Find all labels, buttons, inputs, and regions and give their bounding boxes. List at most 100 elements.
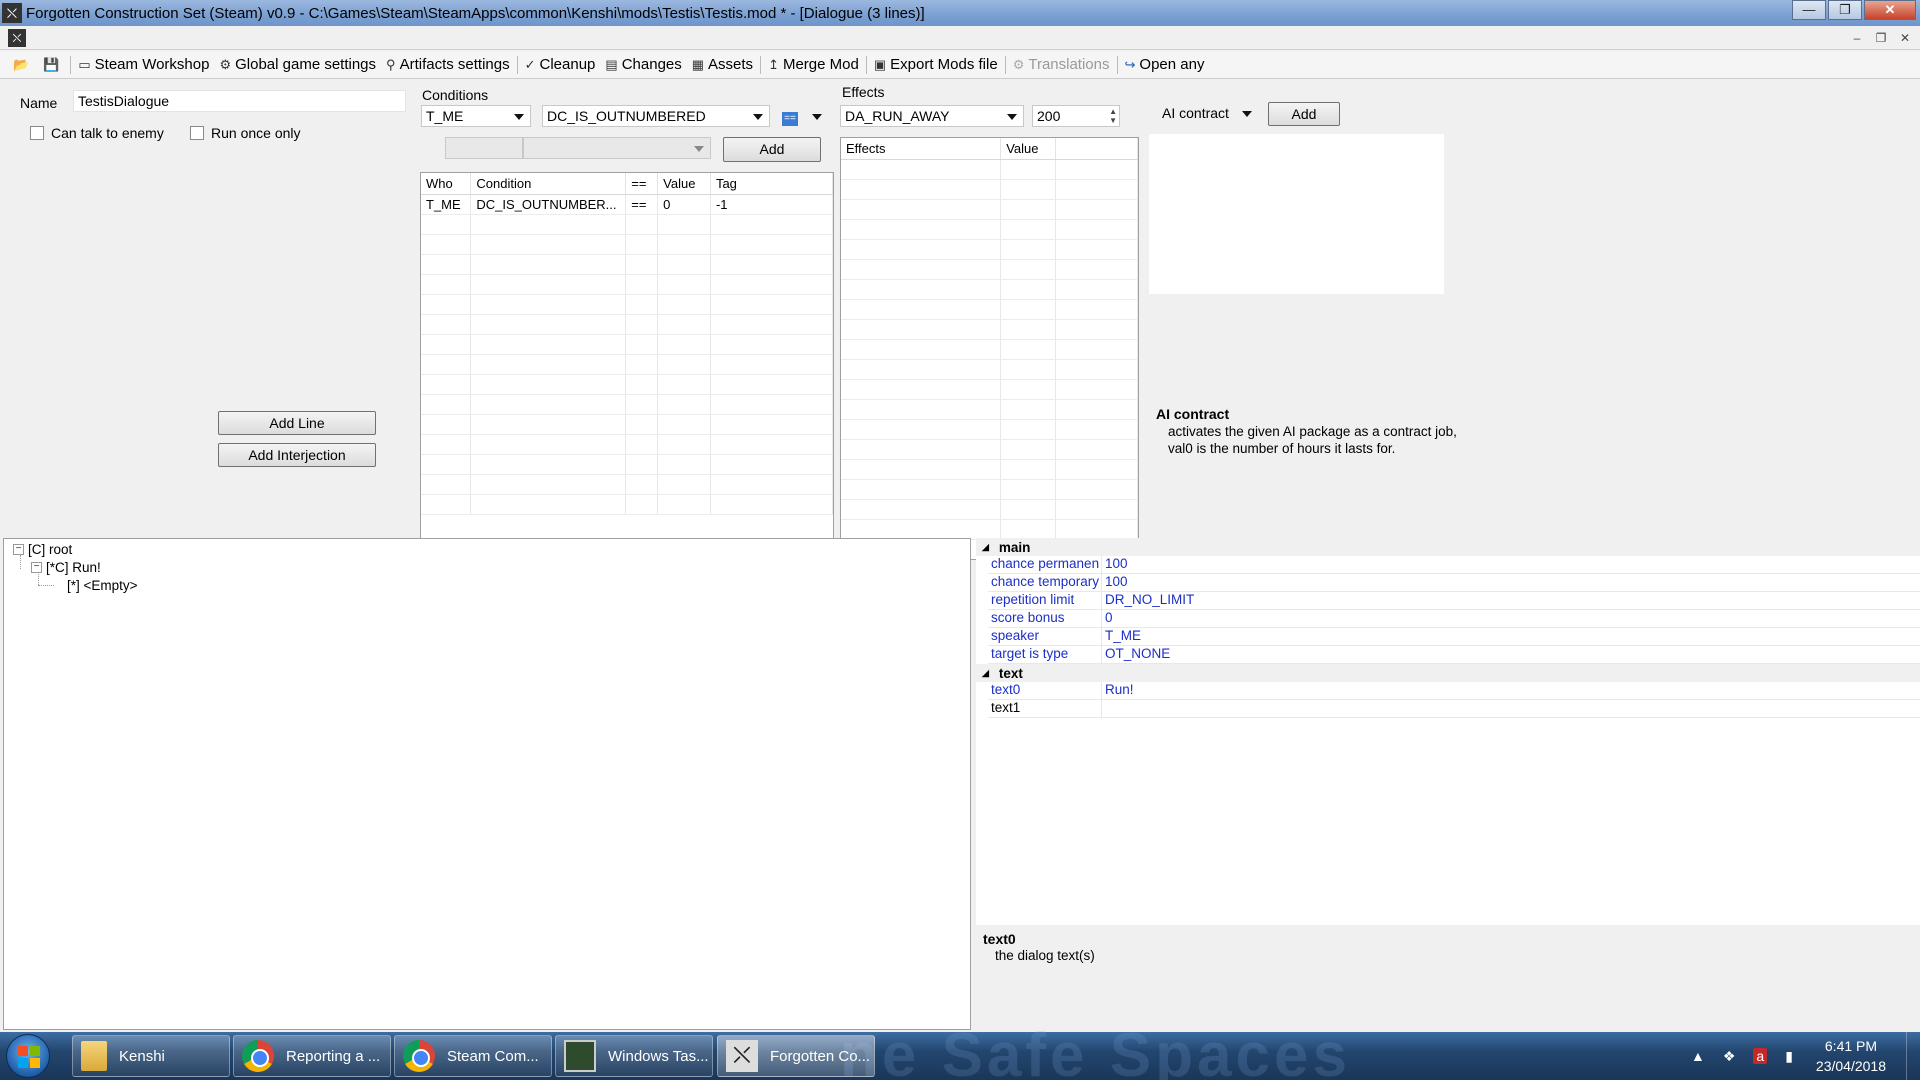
add-line-button[interactable]: Add Line — [218, 411, 376, 435]
tree-node-empty[interactable]: [*] <Empty> — [67, 578, 138, 593]
dropbox-icon[interactable]: ❖ — [1723, 1048, 1736, 1065]
effects-table[interactable]: Effects Value — [840, 137, 1139, 560]
property-value[interactable]: Run! — [1102, 682, 1134, 699]
condition-type-select[interactable]: DC_IS_OUTNUMBERED — [542, 105, 770, 127]
assets-label: Assets — [708, 56, 754, 73]
show-desktop-button[interactable] — [1906, 1032, 1920, 1080]
property-value[interactable]: OT_NONE — [1102, 646, 1170, 663]
chevron-down-icon — [812, 114, 822, 120]
conditions-table[interactable]: Who Condition == Value Tag T_ME DC_IS_OU… — [420, 172, 834, 554]
compare-operator-select[interactable]: == — [777, 105, 829, 127]
property-text0[interactable]: text0 Run! — [988, 682, 1920, 700]
dialogue-tree[interactable]: − [C] root − [*C] Run! [*] <Empty> — [3, 538, 971, 1030]
empty-row — [421, 274, 833, 295]
add-interjection-button[interactable]: Add Interjection — [218, 443, 376, 467]
property-chance-temporary[interactable]: chance temporary 100 — [988, 574, 1920, 592]
close-button[interactable]: ✕ — [1864, 0, 1916, 20]
add-ai-button[interactable]: Add — [1268, 102, 1340, 126]
cleanup-button[interactable]: ✓ Cleanup — [520, 53, 601, 77]
column-header-compare[interactable]: == — [625, 173, 659, 195]
property-value[interactable] — [1102, 700, 1105, 717]
column-header-value[interactable]: Value — [1000, 138, 1057, 160]
property-target-is-type[interactable]: target is type OT_NONE — [988, 646, 1920, 664]
property-description-title: text0 — [983, 931, 1016, 947]
condition-tag-select[interactable] — [523, 137, 711, 159]
tray-expand-icon[interactable]: ▲ — [1691, 1048, 1705, 1064]
mdi-restore-button[interactable]: ❐ — [1870, 29, 1892, 47]
antivirus-icon[interactable]: a — [1753, 1048, 1768, 1064]
collapse-toggle-icon[interactable]: − — [13, 544, 24, 555]
category-main[interactable]: ◢ main — [976, 538, 1920, 556]
translations-button[interactable]: ⚙ Translations — [1008, 53, 1115, 77]
spinner-arrows-icon[interactable]: ▲ ▼ — [1109, 107, 1117, 125]
merge-mod-button[interactable]: ↥ Merge Mod — [763, 53, 864, 77]
collapse-caret-icon[interactable]: ◢ — [982, 542, 989, 553]
condition-value-field[interactable] — [445, 137, 523, 159]
checkbox-box — [30, 126, 44, 140]
maximize-button[interactable]: ❐ — [1828, 0, 1862, 20]
open-any-button[interactable]: ↪ Open any — [1120, 53, 1210, 77]
can-talk-to-enemy-checkbox[interactable]: Can talk to enemy — [30, 125, 164, 141]
artifacts-settings-button[interactable]: ⚲ Artifacts settings — [381, 53, 515, 77]
taskbar-item-forgotten-construction-set[interactable]: ⛌ Forgotten Co... — [717, 1035, 875, 1077]
property-value[interactable]: 100 — [1102, 574, 1128, 591]
empty-row — [421, 254, 833, 275]
save-button[interactable]: 💾 — [38, 53, 68, 77]
tree-node-run[interactable]: − [*C] Run! — [31, 560, 101, 575]
ai-package-select[interactable]: AI contract — [1157, 102, 1259, 124]
column-header-condition[interactable]: Condition — [470, 173, 627, 195]
property-value[interactable]: T_ME — [1102, 628, 1141, 645]
export-mods-file-button[interactable]: ▣ Export Mods file — [869, 53, 1003, 77]
table-row[interactable]: T_ME DC_IS_OUTNUMBER... == 0 -1 — [421, 194, 833, 215]
empty-row — [421, 374, 833, 395]
global-game-settings-button[interactable]: ⚙ Global game settings — [214, 53, 381, 77]
column-header-tag[interactable]: Tag — [710, 173, 833, 195]
mdi-app-icon[interactable]: ⛌ — [8, 29, 26, 47]
effect-action-select[interactable]: DA_RUN_AWAY — [840, 105, 1024, 127]
mdi-minimize-button[interactable]: – — [1846, 29, 1868, 47]
property-value[interactable]: 100 — [1102, 556, 1128, 573]
network-signal-icon[interactable]: ▮ — [1785, 1048, 1793, 1065]
minimize-button[interactable]: — — [1792, 0, 1826, 20]
effect-value-spinner[interactable]: 200 ▲ ▼ — [1032, 105, 1120, 127]
conditions-table-header: Who Condition == Value Tag — [421, 173, 833, 195]
add-condition-button[interactable]: Add — [723, 137, 821, 162]
column-header-effects[interactable]: Effects — [841, 138, 1002, 160]
taskbar-item-task-manager[interactable]: Windows Tas... — [555, 1035, 713, 1077]
property-repetition-limit[interactable]: repetition limit DR_NO_LIMIT — [988, 592, 1920, 610]
clock[interactable]: 6:41 PM 23/04/2018 — [1816, 1036, 1886, 1076]
property-value[interactable]: DR_NO_LIMIT — [1102, 592, 1194, 609]
collapse-caret-icon[interactable]: ◢ — [982, 668, 989, 679]
run-once-only-checkbox[interactable]: Run once only — [190, 125, 301, 141]
collapse-toggle-icon[interactable]: − — [31, 562, 42, 573]
condition-who-select[interactable]: T_ME — [421, 105, 531, 127]
name-label: Name — [20, 95, 58, 111]
property-chance-permanent[interactable]: chance permanen 100 — [988, 556, 1920, 574]
toolbar-separator — [516, 55, 518, 74]
category-text[interactable]: ◢ text — [976, 664, 1920, 682]
taskbar-item-reporting[interactable]: Reporting a ... — [233, 1035, 391, 1077]
empty-row — [421, 414, 833, 435]
property-value[interactable]: 0 — [1102, 610, 1113, 627]
property-text1[interactable]: text1 — [988, 700, 1920, 718]
property-speaker[interactable]: speaker T_ME — [988, 628, 1920, 646]
artifact-icon: ⚲ — [386, 56, 396, 72]
empty-row — [841, 339, 1138, 360]
start-button[interactable] — [6, 1034, 50, 1078]
name-field[interactable]: TestisDialogue — [73, 90, 406, 112]
mdi-close-button[interactable]: ✕ — [1894, 29, 1916, 47]
tree-node-root[interactable]: − [C] root — [13, 542, 72, 557]
open-file-button[interactable]: 📂 — [8, 53, 38, 77]
export-mods-file-label: Export Mods file — [890, 56, 998, 73]
taskbar-item-steam-community[interactable]: Steam Com... — [394, 1035, 552, 1077]
taskbar-item-kenshi[interactable]: Kenshi — [72, 1035, 230, 1077]
empty-row — [421, 474, 833, 495]
column-header-who[interactable]: Who — [421, 173, 472, 195]
translations-label: Translations — [1028, 56, 1110, 73]
column-header-value[interactable]: Value — [657, 173, 711, 195]
assets-button[interactable]: ▦ Assets — [687, 53, 758, 77]
property-score-bonus[interactable]: score bonus 0 — [988, 610, 1920, 628]
empty-row — [841, 379, 1138, 400]
steam-workshop-button[interactable]: ▭ Steam Workshop — [73, 53, 214, 77]
changes-button[interactable]: ▤ Changes — [600, 53, 686, 77]
